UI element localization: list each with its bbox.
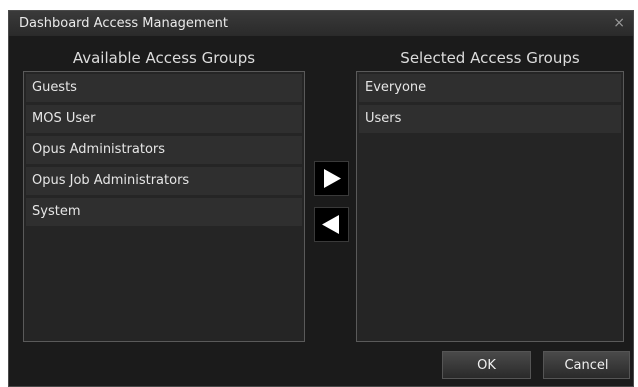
arrow-right-icon xyxy=(315,162,348,195)
close-icon[interactable]: × xyxy=(613,11,625,36)
dashboard-access-dialog: Dashboard Access Management × Available … xyxy=(8,10,634,387)
available-groups-list: Guests MOS User Opus Administrators Opus… xyxy=(23,71,305,342)
available-item-opus-job-administrators[interactable]: Opus Job Administrators xyxy=(26,167,302,195)
arrow-left-icon xyxy=(315,208,348,241)
move-left-button[interactable] xyxy=(314,207,349,242)
cancel-button[interactable]: Cancel xyxy=(543,351,630,379)
available-item-system[interactable]: System xyxy=(26,198,302,226)
dialog-titlebar: Dashboard Access Management × xyxy=(9,11,633,36)
available-item-guests[interactable]: Guests xyxy=(26,74,302,102)
dialog-title: Dashboard Access Management xyxy=(19,16,228,31)
move-right-button[interactable] xyxy=(314,161,349,196)
available-item-opus-administrators[interactable]: Opus Administrators xyxy=(26,136,302,164)
selected-groups-list: Everyone Users xyxy=(356,71,624,342)
selected-item-users[interactable]: Users xyxy=(359,105,621,133)
selected-item-everyone[interactable]: Everyone xyxy=(359,74,621,102)
available-groups-heading: Available Access Groups xyxy=(72,49,256,67)
available-item-mos-user[interactable]: MOS User xyxy=(26,105,302,133)
ok-button[interactable]: OK xyxy=(442,351,531,379)
selected-groups-heading: Selected Access Groups xyxy=(400,49,580,67)
